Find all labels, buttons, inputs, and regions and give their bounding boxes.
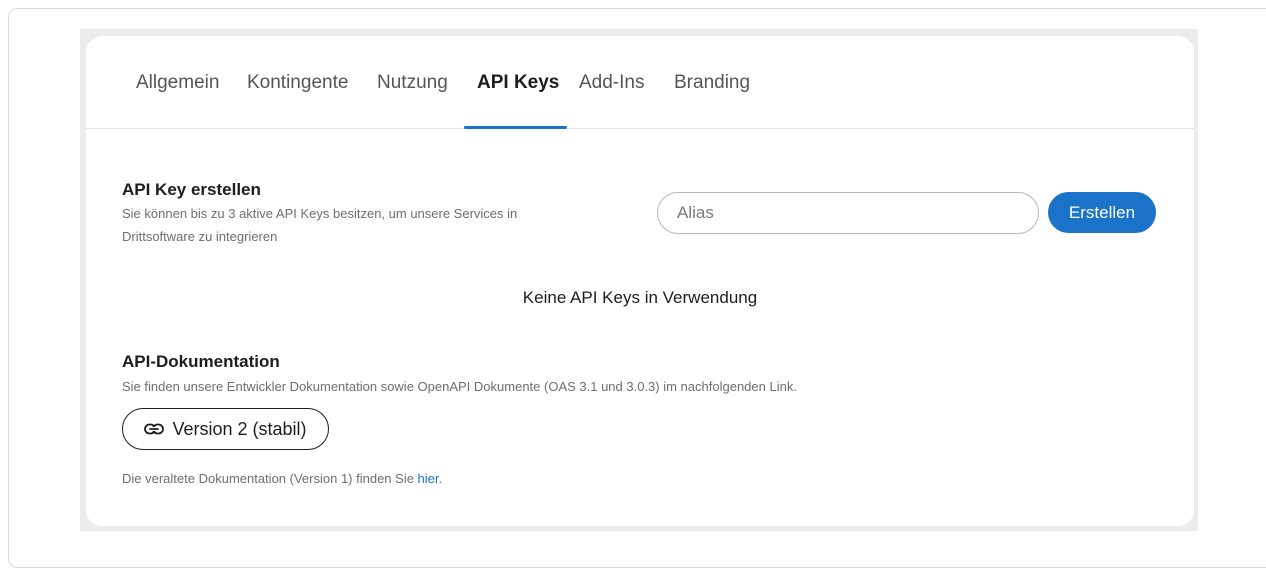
- settings-card: Allgemein Kontingente Nutzung API Keys A…: [86, 36, 1194, 526]
- old-docs-suffix: .: [438, 471, 443, 486]
- tab-add-ins[interactable]: Add-Ins: [579, 72, 644, 94]
- docs-description: Sie finden unsere Entwickler Dokumentati…: [122, 379, 797, 394]
- tab-api-keys[interactable]: API Keys: [477, 72, 559, 94]
- old-docs-note: Die veraltete Dokumentation (Version 1) …: [122, 471, 442, 486]
- tab-bar: Allgemein Kontingente Nutzung API Keys A…: [86, 36, 1194, 129]
- docs-version-2-label: Version 2 (stabil): [172, 418, 307, 439]
- alias-input[interactable]: [657, 192, 1039, 234]
- create-key-title: API Key erstellen: [122, 180, 261, 199]
- tab-kontingente[interactable]: Kontingente: [247, 72, 348, 94]
- docs-version-2-button[interactable]: Version 2 (stabil): [122, 408, 329, 450]
- active-tab-indicator: [464, 126, 567, 129]
- tab-nutzung[interactable]: Nutzung: [377, 72, 448, 94]
- tab-branding[interactable]: Branding: [674, 72, 750, 94]
- old-docs-text: Die veraltete Dokumentation (Version 1) …: [122, 471, 418, 486]
- create-button[interactable]: Erstellen: [1048, 192, 1156, 233]
- link-icon: [144, 423, 165, 435]
- old-docs-link[interactable]: hier: [418, 471, 439, 486]
- create-key-description: Sie können bis zu 3 aktive API Keys besi…: [122, 206, 518, 244]
- empty-state-message: Keine API Keys in Verwendung: [522, 288, 758, 307]
- tab-allgemein[interactable]: Allgemein: [136, 72, 219, 94]
- docs-title: API-Dokumentation: [122, 352, 280, 371]
